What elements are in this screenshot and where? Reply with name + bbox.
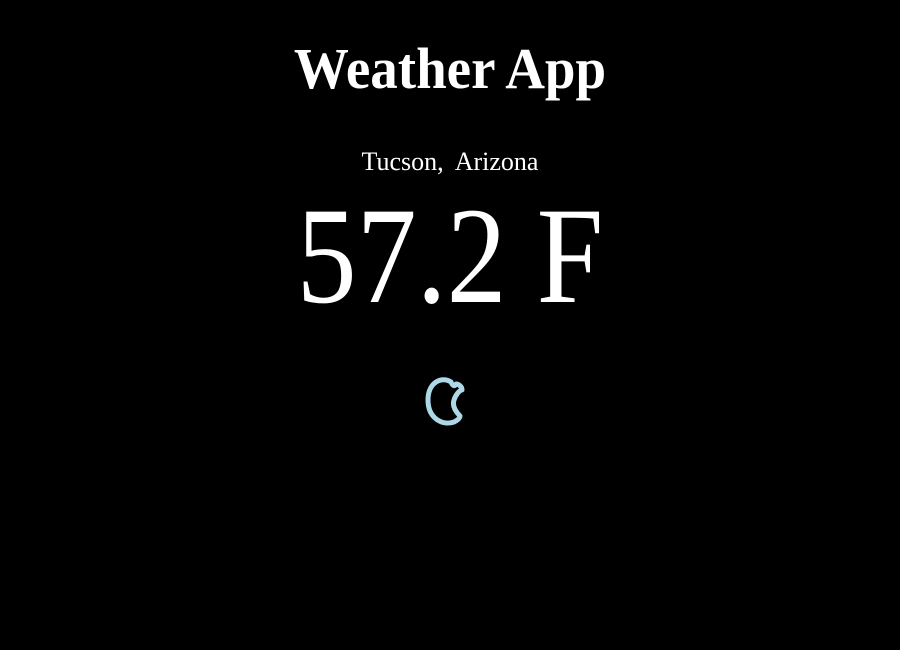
location-label: Tucson, Arizona bbox=[361, 147, 539, 176]
moon-icon bbox=[422, 372, 466, 430]
temperature-readout: 57.2 F bbox=[296, 178, 604, 332]
app-title: Weather App bbox=[293, 36, 607, 101]
weather-app: Weather App Tucson, Arizona 57.2 F bbox=[0, 0, 900, 650]
